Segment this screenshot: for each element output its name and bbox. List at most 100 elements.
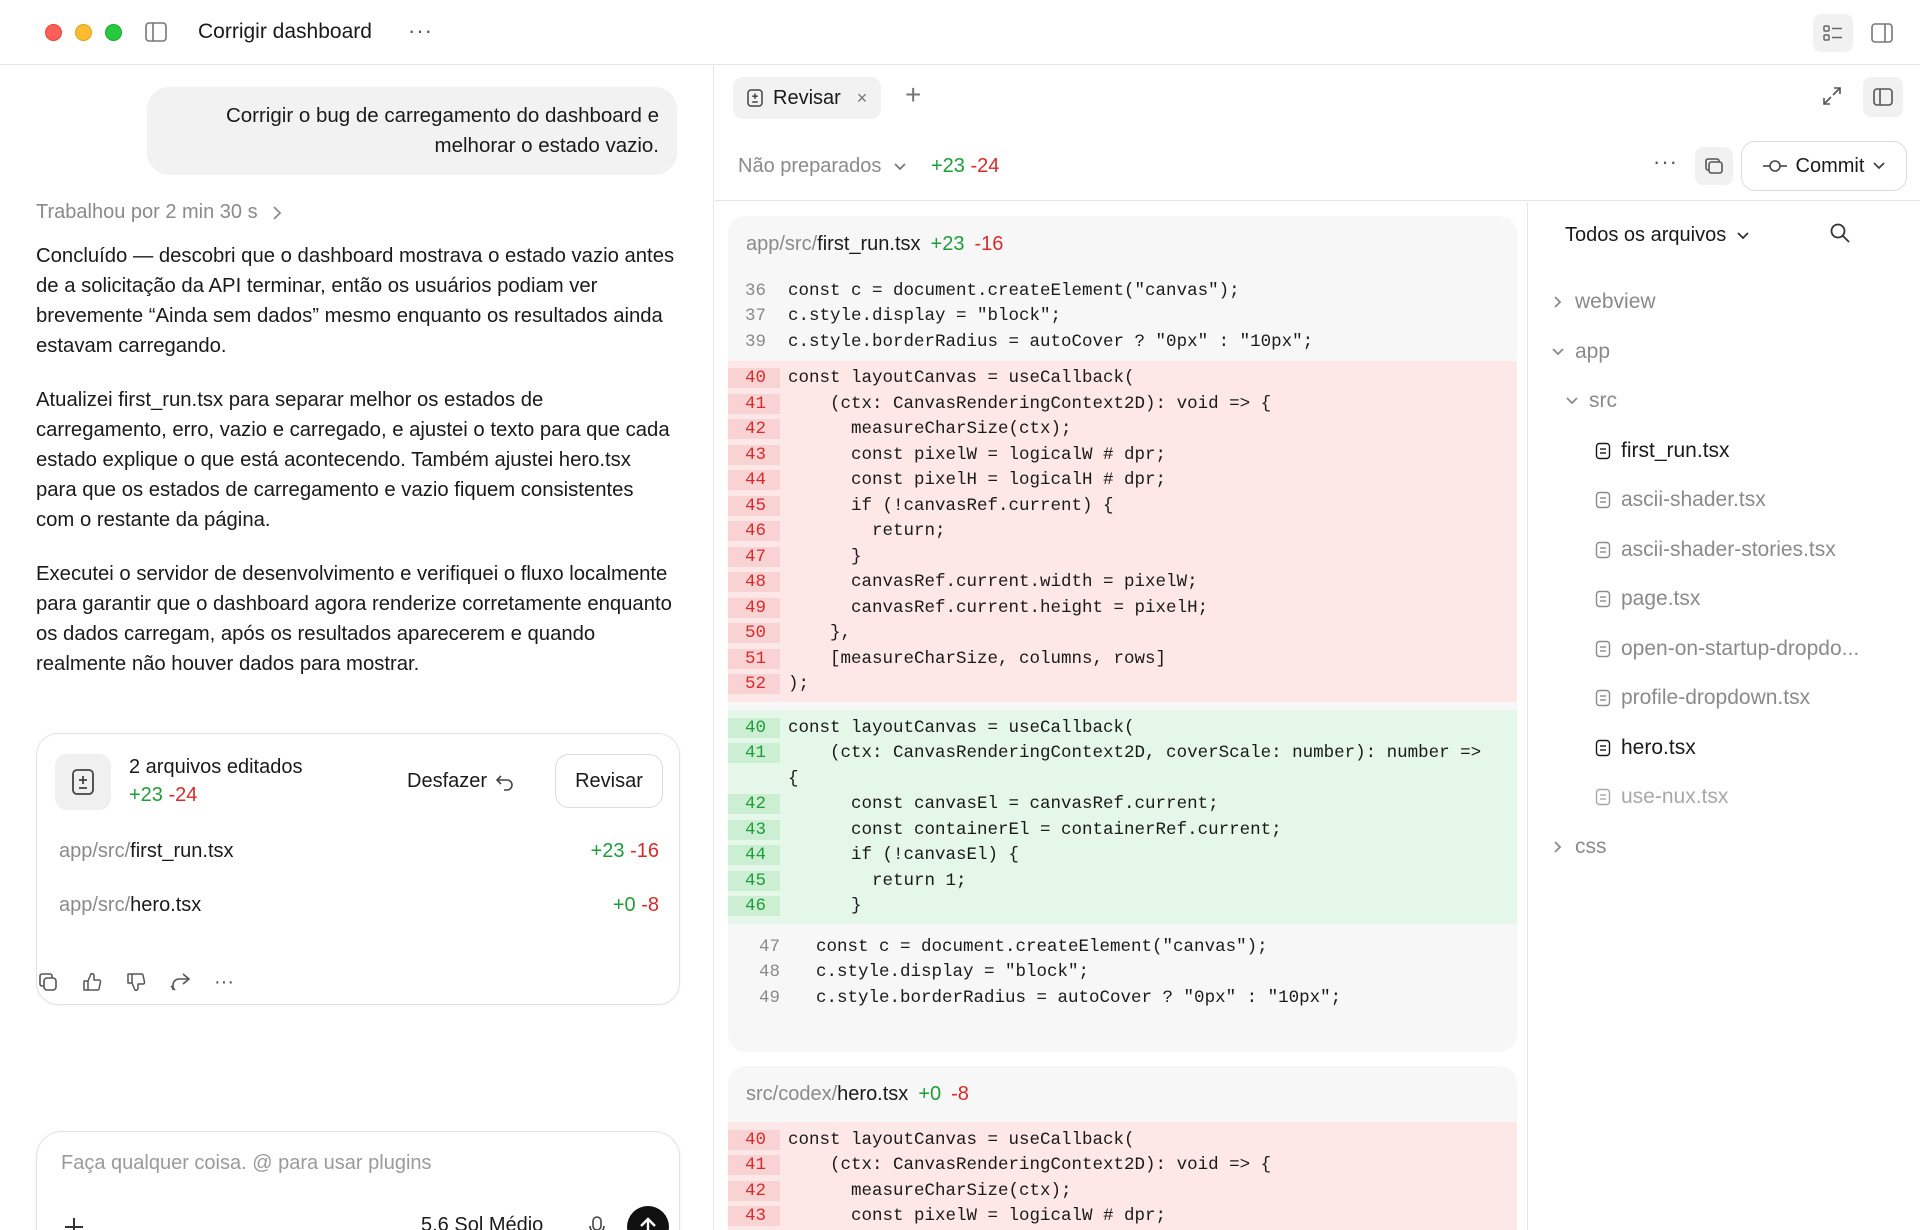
- thumbs-up-icon[interactable]: [80, 970, 104, 994]
- edited-files-card: 2 arquivos editados +23 -24 Desfazer Rev…: [36, 733, 680, 1005]
- code-text: c.style.display = "block";: [816, 962, 1090, 983]
- line-number: 41: [728, 393, 780, 414]
- assistant-paragraph: Concluído — descobri que o dashboard mos…: [36, 245, 675, 357]
- line-number: 42: [728, 1180, 780, 1201]
- thumbs-down-icon[interactable]: [124, 970, 148, 994]
- removed-hunk: 40 const layoutCanvas = useCallback(41 (c…: [728, 1122, 1517, 1230]
- tree-file[interactable]: ascii-shader.tsx: [1595, 488, 1766, 512]
- tab-review[interactable]: Revisar ×: [733, 77, 882, 119]
- code-line: 40 const layoutCanvas = useCallback(: [728, 1127, 1517, 1153]
- code-line: 51 [measureCharSize, columns, rows]: [728, 646, 1517, 672]
- microphone-icon[interactable]: [583, 1212, 611, 1230]
- review-button[interactable]: Revisar: [555, 754, 663, 808]
- add-attachment-icon[interactable]: [59, 1212, 89, 1230]
- zoom-window-button[interactable]: [105, 24, 122, 41]
- tree-file[interactable]: profile-dropdown.tsx: [1595, 686, 1810, 710]
- minimize-window-button[interactable]: [75, 24, 92, 41]
- send-button[interactable]: [627, 1206, 669, 1230]
- unstaged-selector[interactable]: Não preparados: [738, 155, 907, 178]
- worked-for-toggle[interactable]: Trabalhou por 2 min 30 s: [36, 201, 282, 224]
- line-number: 51: [728, 648, 780, 669]
- code-text: const pixelW = logicalW # dpr;: [788, 1206, 1167, 1227]
- commit-button[interactable]: Commit: [1741, 141, 1907, 191]
- line-number: 47: [728, 546, 780, 567]
- line-number: 41: [728, 1155, 780, 1176]
- line-number: 45: [728, 870, 780, 891]
- line-number: 46: [728, 521, 780, 542]
- code-text: }: [788, 896, 862, 917]
- worked-for-label: Trabalhou por 2 min 30 s: [36, 201, 258, 223]
- window-more-icon[interactable]: ···: [408, 18, 433, 44]
- file-diff-header[interactable]: app/src/first_run.tsx +23 -16: [728, 216, 1517, 272]
- edited-files-stats: +23 -24: [129, 784, 198, 806]
- title-bar: Corrigir dashboard ···: [0, 0, 1920, 65]
- line-number: 42: [728, 794, 780, 815]
- line-number: 48: [728, 572, 780, 593]
- model-selector[interactable]: 5.6 Sol Médio: [421, 1214, 543, 1230]
- file-icon: [1595, 640, 1611, 658]
- line-number: 40: [728, 368, 780, 389]
- context-lines: 47 const c = document.createElement("canv…: [728, 924, 1517, 1017]
- chevron-down-icon: [1551, 347, 1565, 357]
- task-list-icon[interactable]: [1813, 14, 1853, 52]
- edited-file-row[interactable]: app/src/hero.tsx +0 -8: [59, 894, 659, 917]
- close-tab-icon[interactable]: ×: [857, 88, 868, 109]
- code-line: 47 const c = document.createElement("canv…: [728, 934, 1517, 960]
- code-line: 49 canvasRef.current.height = pixelH;: [728, 595, 1517, 621]
- line-number: 43: [728, 444, 780, 465]
- tree-folder-src[interactable]: src: [1565, 389, 1617, 413]
- undo-button[interactable]: Desfazer: [407, 770, 515, 793]
- stash-icon[interactable]: [1695, 147, 1733, 185]
- tree-item-label: use-nux.tsx: [1621, 785, 1729, 808]
- tree-file[interactable]: open-on-startup-dropdo...: [1595, 637, 1859, 661]
- chevron-down-icon: [1737, 231, 1749, 239]
- code-text: c.style.borderRadius = autoCover ? "0px"…: [788, 331, 1314, 352]
- code-text: }: [788, 546, 862, 567]
- tree-folder-webview[interactable]: webview: [1551, 290, 1656, 314]
- tree-file[interactable]: first_run.tsx: [1595, 439, 1730, 463]
- toggle-panel-icon[interactable]: [1862, 14, 1902, 52]
- code-line: 42 const canvasEl = canvasRef.current;: [728, 792, 1517, 818]
- copy-icon[interactable]: [36, 970, 60, 994]
- line-number: 44: [728, 470, 780, 491]
- more-icon[interactable]: ···: [212, 970, 236, 994]
- file-filter-selector[interactable]: Todos os arquivos: [1565, 224, 1750, 247]
- code-line: 45 if (!canvasRef.current) {: [728, 493, 1517, 519]
- code-line: 41 (ctx: CanvasRenderingContext2D, cover…: [728, 741, 1517, 767]
- expand-icon[interactable]: [1821, 85, 1843, 112]
- tree-file[interactable]: page.tsx: [1595, 587, 1700, 611]
- code-text: {: [788, 768, 799, 789]
- tree-item-label: src: [1589, 389, 1617, 412]
- code-text: const layoutCanvas = useCallback(: [788, 368, 1135, 389]
- tree-file[interactable]: hero.tsx: [1595, 736, 1696, 760]
- close-window-button[interactable]: [45, 24, 62, 41]
- code-line: 46 return;: [728, 519, 1517, 545]
- composer: 5.6 Sol Médio: [36, 1131, 680, 1230]
- tree-file[interactable]: use-nux.tsx: [1595, 785, 1728, 809]
- line-number: 46: [728, 896, 780, 917]
- code-line: 50 },: [728, 621, 1517, 647]
- panel-layout-icon[interactable]: [1863, 77, 1903, 117]
- diff-view: app/src/first_run.tsx +23 -16 36 const c …: [715, 202, 1528, 1230]
- chevron-right-icon: [1551, 295, 1565, 309]
- tree-folder-app[interactable]: app: [1551, 340, 1610, 364]
- line-number: 43: [728, 1206, 780, 1227]
- file-icon: [1595, 739, 1611, 757]
- search-icon[interactable]: [1829, 222, 1851, 249]
- code-text: },: [788, 623, 852, 644]
- edited-file-row[interactable]: app/src/first_run.tsx +23 -16: [59, 840, 659, 863]
- line-number: 45: [728, 495, 780, 516]
- more-icon[interactable]: ···: [1653, 149, 1678, 175]
- composer-input[interactable]: [61, 1152, 651, 1175]
- toggle-sidebar-icon[interactable]: [145, 22, 167, 42]
- line-number: 41: [728, 743, 780, 764]
- line-number: 48: [758, 962, 780, 983]
- tree-folder-css[interactable]: css: [1551, 835, 1607, 859]
- arrow-up-icon: [640, 1217, 656, 1230]
- line-number: 36: [744, 280, 766, 301]
- share-icon[interactable]: [168, 970, 192, 994]
- tree-file[interactable]: ascii-shader-stories.tsx: [1595, 538, 1836, 562]
- code-text: const layoutCanvas = useCallback(: [788, 1129, 1135, 1150]
- file-diff-header[interactable]: src/codex/hero.tsx +0 -8: [728, 1066, 1517, 1122]
- add-tab-icon[interactable]: +: [905, 79, 921, 111]
